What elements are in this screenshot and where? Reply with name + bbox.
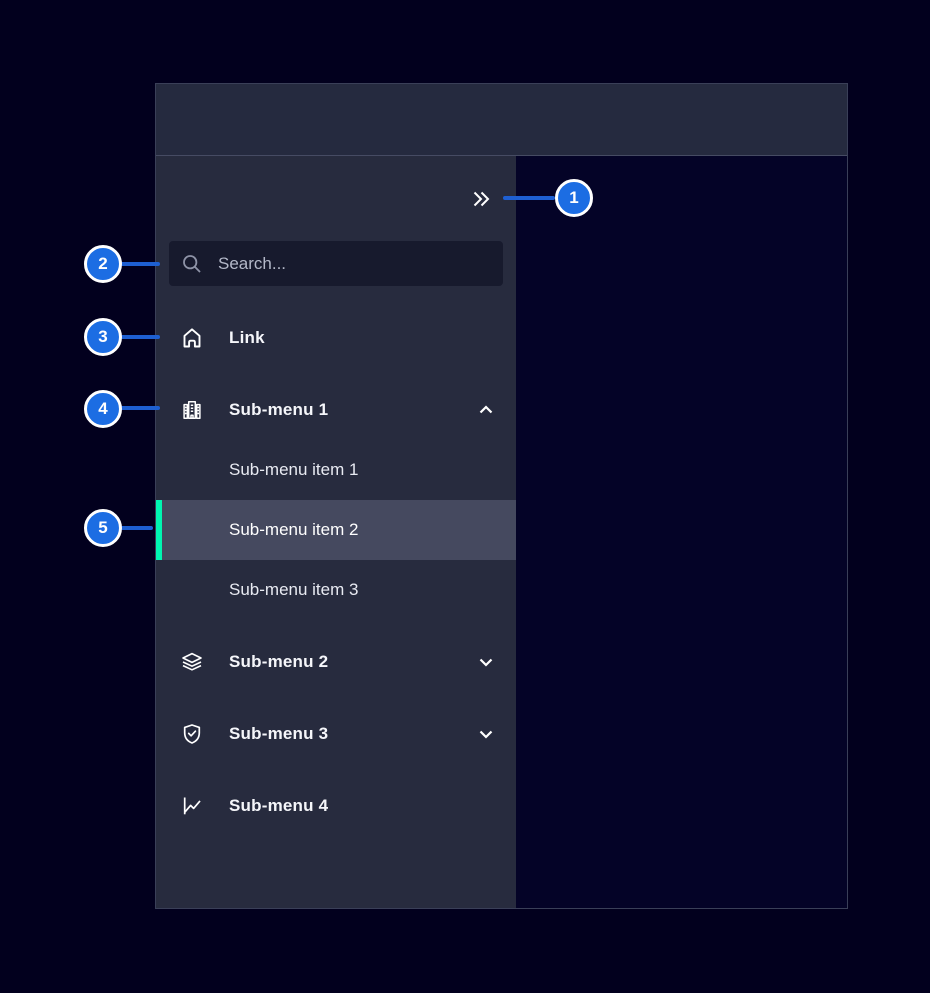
callout-line-4 bbox=[120, 406, 160, 410]
callout-badge-4: 4 bbox=[84, 390, 122, 428]
double-chevron-right-icon bbox=[469, 187, 493, 211]
building-icon bbox=[180, 398, 204, 422]
chevron-down-icon bbox=[478, 726, 494, 742]
sidebar-item-label: Sub-menu 2 bbox=[229, 652, 478, 672]
sidebar-subitem-2-selected[interactable]: Sub-menu item 2 bbox=[156, 500, 516, 560]
sidebar-item-label: Sub-menu 3 bbox=[229, 724, 478, 744]
app-header bbox=[156, 84, 847, 156]
callout-badge-2: 2 bbox=[84, 245, 122, 283]
callout-line-1 bbox=[503, 196, 555, 200]
sidebar-item-label: Link bbox=[229, 328, 494, 348]
chevron-down-icon bbox=[478, 654, 494, 670]
sidebar-item-submenu-4[interactable]: Sub-menu 4 bbox=[156, 776, 516, 836]
sidebar-item-submenu-2[interactable]: Sub-menu 2 bbox=[156, 632, 516, 692]
sidebar-item-label: Sub-menu 1 bbox=[229, 400, 478, 420]
callout-badge-5: 5 bbox=[84, 509, 122, 547]
home-icon bbox=[180, 326, 204, 350]
sidebar-collapse-row bbox=[156, 156, 516, 241]
sidebar-subitem-1[interactable]: Sub-menu item 1 bbox=[156, 440, 516, 500]
callout-badge-3: 3 bbox=[84, 318, 122, 356]
sidebar-menu: Link Sub- bbox=[156, 308, 516, 836]
sidebar-item-link[interactable]: Link bbox=[156, 308, 516, 368]
shield-check-icon bbox=[180, 722, 204, 746]
search-icon bbox=[181, 253, 216, 275]
application-window: Link Sub- bbox=[155, 83, 848, 909]
sidebar-item-submenu-1[interactable]: Sub-menu 1 bbox=[156, 380, 516, 440]
callout-line-3 bbox=[120, 335, 160, 339]
sidebar-expand-button[interactable] bbox=[466, 184, 496, 214]
panel-body: Link Sub- bbox=[156, 156, 847, 908]
chevron-up-icon bbox=[478, 402, 494, 418]
callout-badge-1: 1 bbox=[555, 179, 593, 217]
search-input[interactable] bbox=[216, 253, 491, 275]
line-chart-icon bbox=[180, 794, 204, 818]
content-area bbox=[516, 156, 847, 908]
sidebar-item-submenu-3[interactable]: Sub-menu 3 bbox=[156, 704, 516, 764]
sidebar-navigation: Link Sub- bbox=[156, 156, 516, 908]
layers-icon bbox=[180, 650, 204, 674]
search-box bbox=[169, 241, 503, 286]
sidebar-subitem-3[interactable]: Sub-menu item 3 bbox=[156, 560, 516, 620]
callout-line-5 bbox=[120, 526, 153, 530]
callout-line-2 bbox=[120, 262, 160, 266]
sidebar-item-label: Sub-menu 4 bbox=[229, 796, 494, 816]
submenu-1-children: Sub-menu item 1 Sub-menu item 2 Sub-menu… bbox=[156, 440, 516, 620]
